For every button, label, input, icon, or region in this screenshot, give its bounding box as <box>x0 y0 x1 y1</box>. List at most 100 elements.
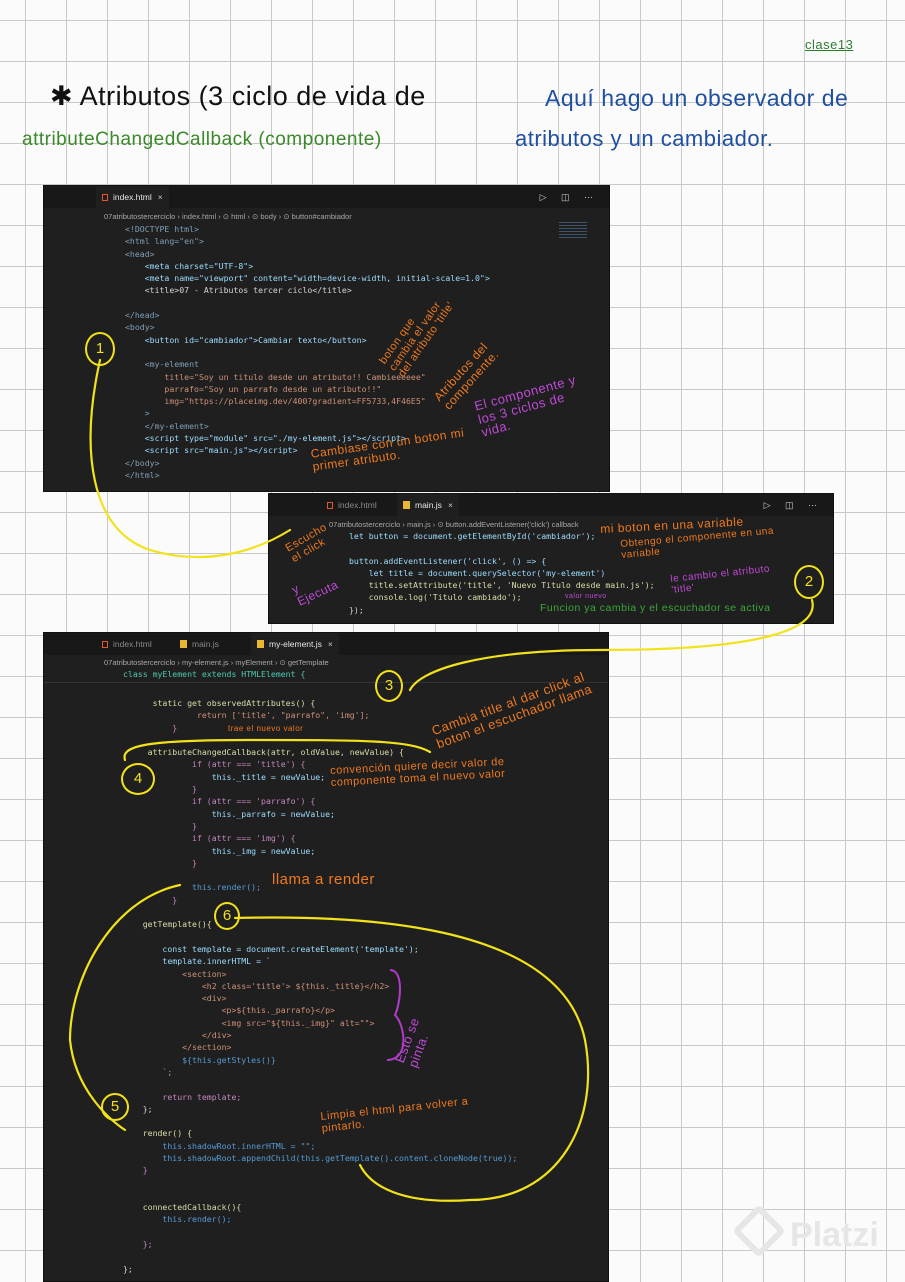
code-line[interactable]: this.render(); <box>123 1213 517 1225</box>
code-line[interactable]: }; <box>123 1238 517 1250</box>
code-line[interactable]: <head> <box>125 248 490 260</box>
editor-actions[interactable]: ▷ ◫ ⋯ <box>764 494 823 516</box>
code-line[interactable]: <p>${this._parrafo}</p> <box>123 1004 517 1016</box>
js-file-icon <box>180 640 187 648</box>
code-line[interactable]: button.addEventListener('click', () => { <box>349 555 655 567</box>
code-line[interactable]: <img src="${this._img}" alt=""> <box>123 1017 517 1029</box>
code-line[interactable]: <meta name="viewport" content="width=dev… <box>125 272 490 284</box>
step-4-marker: 4 <box>121 763 155 795</box>
tab-bar: index.html main.js my-element.js × <box>44 633 608 655</box>
step-6-marker: 6 <box>214 902 240 930</box>
code-line[interactable]: this._img = newValue; <box>123 845 517 857</box>
code-line[interactable] <box>123 1189 517 1201</box>
code-line[interactable]: } <box>123 894 517 906</box>
js-file-icon <box>257 640 264 648</box>
code-line[interactable]: </html> <box>125 469 490 481</box>
code-line[interactable]: getTemplate(){ <box>123 918 517 930</box>
annotation-new-value: valor nuevo <box>565 593 607 600</box>
breadcrumb[interactable]: 07atributostercerciclo › my-element.js ›… <box>104 658 329 667</box>
breadcrumb[interactable]: 07atributostercerciclo › main.js › ⊙ but… <box>329 520 579 529</box>
platzi-watermark: Platzi <box>732 1204 879 1258</box>
tab-index-html[interactable]: index.html <box>321 494 383 516</box>
tab-my-element-js[interactable]: my-element.js × <box>251 633 339 655</box>
code-line[interactable]: render() { <box>123 1127 517 1139</box>
tab-label: my-element.js <box>269 639 322 649</box>
code-line[interactable]: </div> <box>123 1029 517 1041</box>
code-line[interactable] <box>123 906 517 918</box>
annotation-listener-activates: Funcion ya cambia y el escuchador se act… <box>540 602 771 614</box>
tab-bar: index.html × ▷ ◫ ⋯ <box>44 186 609 208</box>
code-line[interactable] <box>123 1177 517 1189</box>
editor-my-element-js: index.html main.js my-element.js × 07atri… <box>43 632 609 1282</box>
code-line[interactable]: this._parrafo = newValue; <box>123 808 517 820</box>
code-line[interactable]: this.shadowRoot.innerHTML = ""; <box>123 1140 517 1152</box>
code-line[interactable] <box>123 931 517 943</box>
step-3-marker: 3 <box>375 670 403 702</box>
annotation-calls-render: llama a render <box>272 871 375 888</box>
code-line[interactable]: <!DOCTYPE html> <box>125 223 490 235</box>
code-line[interactable]: <h2 class='title'> ${this._title}</h2> <box>123 980 517 992</box>
step-2-marker: 2 <box>794 565 824 599</box>
code-line[interactable]: let title = document.querySelector('my-e… <box>349 567 655 579</box>
sticky-divider <box>44 682 608 683</box>
code-line[interactable]: <div> <box>123 992 517 1004</box>
js-file-icon <box>403 501 410 509</box>
code-line[interactable]: > <box>125 407 490 419</box>
code-line[interactable] <box>125 346 490 358</box>
code-line[interactable]: <html lang="en"> <box>125 235 490 247</box>
code-line[interactable]: title.setAttribute('title', 'Nuevo Titul… <box>349 579 655 591</box>
code-area[interactable]: static get observedAttributes() { return… <box>123 697 517 1275</box>
code-line[interactable]: </body> <box>125 457 490 469</box>
code-line[interactable] <box>123 1226 517 1238</box>
code-line[interactable]: if (attr === 'parrafo') { <box>123 795 517 807</box>
tab-label: main.js <box>192 639 219 649</box>
tab-bar: index.html main.js × ▷ ◫ ⋯ <box>269 494 833 516</box>
html-file-icon <box>102 641 108 648</box>
tab-main-js[interactable]: main.js <box>174 633 225 655</box>
editor-actions[interactable]: ▷ ◫ ⋯ <box>540 186 599 208</box>
breadcrumb[interactable]: 07atributostercerciclo › index.html › ⊙ … <box>104 212 352 221</box>
code-line[interactable]: if (attr === 'img') { <box>123 832 517 844</box>
code-line[interactable]: ${this.getStyles()} <box>123 1054 517 1066</box>
code-line[interactable]: <meta charset="UTF-8"> <box>125 260 490 272</box>
code-line[interactable]: </section> <box>123 1041 517 1053</box>
page-title: ✱ Atributos (3 ciclo de vida de <box>50 81 426 111</box>
tab-index-html[interactable]: index.html <box>96 633 158 655</box>
code-line[interactable]: <section> <box>123 968 517 980</box>
code-line[interactable]: } <box>123 783 517 795</box>
code-line[interactable]: template.innerHTML = ` <box>123 955 517 967</box>
code-line[interactable] <box>123 1078 517 1090</box>
step-1-marker: 1 <box>85 332 115 366</box>
close-icon[interactable]: × <box>448 500 453 510</box>
code-line[interactable]: connectedCallback(){ <box>123 1201 517 1213</box>
minimap[interactable] <box>559 222 587 238</box>
tab-index-html[interactable]: index.html × <box>96 186 169 208</box>
tab-label: index.html <box>338 500 377 510</box>
code-line[interactable]: } <box>123 857 517 869</box>
code-line[interactable] <box>349 542 655 554</box>
platzi-logo-icon <box>732 1204 786 1258</box>
code-line[interactable]: }; <box>123 1263 517 1275</box>
code-line[interactable]: title="Soy un titulo desde un atributo!!… <box>125 371 490 383</box>
date-tag: clase13 <box>805 37 854 52</box>
watermark-text: Platzi <box>790 1216 879 1254</box>
step-5-marker: 5 <box>101 1093 129 1121</box>
code-line[interactable]: } <box>123 1164 517 1176</box>
code-line[interactable]: const template = document.createElement(… <box>123 943 517 955</box>
code-line[interactable]: static get observedAttributes() { <box>123 697 517 709</box>
page-subtitle: attributeChangedCallback (componente) <box>22 129 382 150</box>
code-line[interactable]: `; <box>123 1066 517 1078</box>
tab-main-js[interactable]: main.js × <box>397 494 459 516</box>
note-line-1: Aquí hago un observador de <box>545 85 849 111</box>
brace-icon <box>386 969 405 1061</box>
close-icon[interactable]: × <box>328 639 333 649</box>
close-icon[interactable]: × <box>158 192 163 202</box>
code-line[interactable] <box>123 1250 517 1262</box>
code-line[interactable]: attributeChangedCallback(attr, oldValue,… <box>123 746 517 758</box>
code-line[interactable]: } <box>123 820 517 832</box>
code-line[interactable]: <my-element <box>125 358 490 370</box>
sticky-scroll-line[interactable]: class myElement extends HTMLElement { <box>123 668 305 680</box>
code-line[interactable]: this.shadowRoot.appendChild(this.getTemp… <box>123 1152 517 1164</box>
html-file-icon <box>327 502 333 509</box>
tab-label: index.html <box>113 639 152 649</box>
